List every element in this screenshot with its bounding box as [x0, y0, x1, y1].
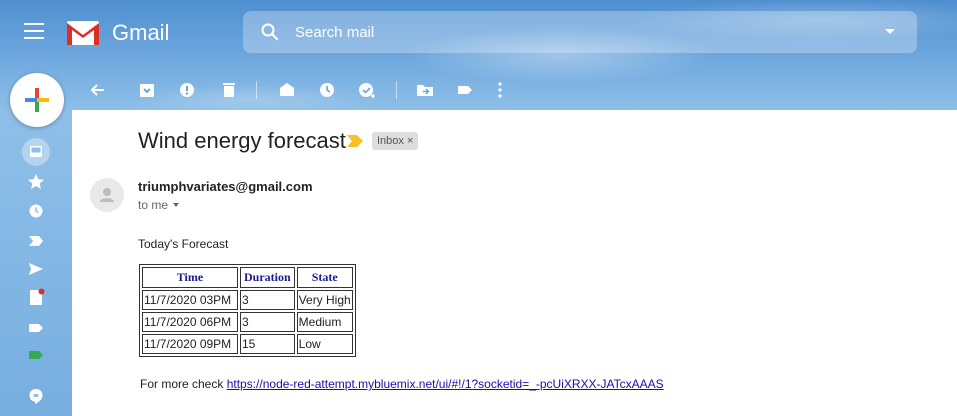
email-subject: Wind energy forecast [138, 128, 346, 153]
gmail-brand: Gmail [112, 20, 170, 45]
important-marker-icon[interactable] [347, 135, 363, 147]
cell-time: 11/7/2020 06PM [142, 312, 238, 332]
archive-icon[interactable] [135, 78, 159, 102]
column-header-state: State [296, 267, 353, 288]
gmail-logo-icon[interactable] [66, 20, 100, 46]
cell-state: Medium [296, 312, 353, 332]
compose-plus-icon [25, 88, 49, 112]
sender-email: triumphvariates@gmail.com [138, 179, 313, 194]
top-bar: Gmail [0, 0, 957, 64]
delete-icon[interactable] [217, 78, 241, 102]
toolbar-divider [256, 81, 257, 99]
cell-time: 11/7/2020 09PM [142, 334, 238, 354]
cell-duration: 15 [240, 334, 295, 354]
important-icon[interactable] [26, 231, 46, 251]
drafts-icon[interactable] [26, 287, 46, 307]
labels-icon[interactable] [453, 78, 477, 102]
table-row: 11/7/2020 06PM 3 Medium [142, 312, 353, 332]
dashboard-link[interactable]: https://node-red-attempt.mybluemix.net/u… [227, 377, 664, 391]
more-icon[interactable] [488, 78, 512, 102]
recipient-details-toggle[interactable]: to me [138, 198, 180, 212]
search-input[interactable] [295, 11, 855, 53]
cell-time: 11/7/2020 03PM [142, 290, 238, 310]
inbox-label-chip[interactable]: Inbox × [372, 132, 419, 150]
starred-icon[interactable] [26, 172, 46, 192]
move-to-icon[interactable] [413, 78, 437, 102]
column-header-time: Time [142, 267, 238, 288]
footer-prefix: For more check [140, 377, 227, 391]
message-view: Wind energy forecast Inbox × triumphvari… [78, 110, 957, 416]
main-menu-icon[interactable] [24, 23, 44, 39]
label-green-icon[interactable] [26, 345, 46, 365]
footer-line: For more check https://node-red-attempt.… [140, 377, 664, 391]
report-spam-icon[interactable] [175, 78, 199, 102]
label-icon[interactable] [26, 318, 46, 338]
sender-avatar [90, 178, 124, 212]
column-header-duration: Duration [240, 267, 295, 288]
sent-icon[interactable] [26, 259, 46, 279]
cell-state: Very High [296, 290, 353, 310]
snooze-icon[interactable] [315, 78, 339, 102]
toolbar-divider [396, 81, 397, 99]
table-row: 11/7/2020 09PM 15 Low [142, 334, 353, 354]
search-bar[interactable] [243, 11, 917, 53]
forecast-heading: Today's Forecast [138, 237, 229, 251]
search-icon[interactable] [260, 22, 280, 42]
back-icon[interactable] [86, 78, 110, 102]
cell-state: Low [296, 334, 353, 354]
cell-duration: 3 [240, 312, 295, 332]
recipient-label: to me [138, 198, 169, 212]
snoozed-icon[interactable] [26, 201, 46, 221]
show-details-icon [173, 203, 180, 207]
hangouts-icon[interactable] [26, 386, 46, 406]
add-to-tasks-icon[interactable] [355, 78, 379, 102]
table-header-row: Time Duration State [142, 267, 353, 288]
compose-button[interactable] [10, 73, 64, 127]
inbox-nav-item[interactable] [22, 138, 50, 166]
mark-unread-icon[interactable] [275, 78, 299, 102]
person-icon [100, 188, 114, 202]
table-row: 11/7/2020 03PM 3 Very High [142, 290, 353, 310]
cell-duration: 3 [240, 290, 295, 310]
message-toolbar [80, 74, 560, 106]
forecast-table: Time Duration State 11/7/2020 03PM 3 Ver… [139, 264, 356, 357]
inbox-icon [30, 146, 42, 157]
search-options-icon[interactable] [885, 29, 895, 34]
